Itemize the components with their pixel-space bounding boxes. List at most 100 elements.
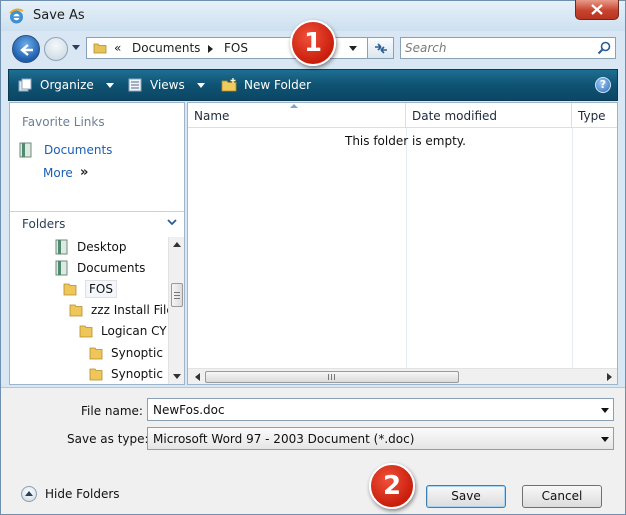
command-toolbar: Organize Views New Folder ? [8, 69, 618, 101]
organize-label: Organize [40, 78, 94, 92]
views-button[interactable]: Views [127, 70, 219, 100]
organize-button[interactable]: Organize [17, 70, 125, 100]
organize-icon [18, 78, 32, 92]
cancel-button[interactable]: Cancel [522, 485, 602, 508]
tree-item-logican-cy[interactable]: Logican CY [78, 321, 167, 341]
forward-button[interactable] [44, 37, 68, 61]
column-divider [572, 128, 573, 368]
hide-folders-label: Hide Folders [45, 487, 120, 501]
chevron-up-icon [21, 486, 37, 502]
file-list-scrollbar[interactable] [188, 368, 617, 384]
refresh-button[interactable] [368, 37, 394, 59]
navigation-pane: Favorite Links Documents More » Folders … [9, 102, 185, 385]
sort-ascending-icon [290, 104, 298, 108]
breadcrumb-separator-icon[interactable] [208, 45, 213, 53]
tree-item-zzz-install-files[interactable]: zzz Install Files [68, 300, 168, 320]
folders-header[interactable]: Folders [10, 211, 184, 235]
scroll-down-icon[interactable] [173, 374, 181, 379]
step-callout-1: 1 [290, 20, 336, 66]
folder-icon [93, 43, 107, 54]
file-name-label: File name: [81, 404, 143, 418]
folder-icon [89, 347, 103, 360]
scrollbar-thumb[interactable] [171, 283, 183, 307]
folders-label: Folders [22, 217, 66, 231]
file-name-input[interactable] [153, 402, 593, 418]
column-divider [406, 128, 407, 368]
internet-explorer-icon [9, 8, 24, 24]
tree-item-label: Synoptic [111, 346, 163, 360]
column-date-label: Date modified [412, 109, 498, 123]
chevron-down-icon [105, 82, 114, 88]
folder-icon [69, 304, 83, 317]
tree-item-label: FOS [85, 280, 117, 298]
folder-icon [79, 325, 93, 338]
tree-item-desktop[interactable]: Desktop [54, 237, 127, 257]
tree-item-fos[interactable]: FOS [62, 279, 117, 299]
search-box[interactable] [400, 37, 616, 59]
tree-item-label: Desktop [77, 240, 127, 254]
recent-pages-dropdown[interactable] [72, 45, 80, 50]
refresh-icon [375, 43, 387, 54]
folder-tree: Desktop Documents FOS zzz Install Fil Lo… [10, 237, 168, 384]
new-folder-icon [221, 78, 237, 92]
favorite-link-documents[interactable]: Documents [18, 141, 112, 159]
documents-icon [55, 260, 68, 276]
folder-icon [63, 283, 77, 296]
window-title: Save As [33, 8, 85, 23]
file-list: Name Date modified Type This folder is e… [187, 102, 618, 385]
back-button[interactable] [12, 35, 40, 63]
tree-item-label: zzz Install Files [91, 303, 168, 317]
hide-folders-button[interactable]: Hide Folders [21, 486, 120, 502]
tree-item-documents[interactable]: Documents [54, 258, 145, 278]
breadcrumb-documents[interactable]: Documents [132, 41, 200, 55]
scroll-left-icon[interactable] [195, 373, 200, 381]
chevron-down-icon [196, 82, 205, 88]
search-input[interactable] [405, 40, 585, 56]
new-folder-label: New Folder [244, 78, 312, 92]
tree-item-label: Logican CY [101, 324, 167, 338]
close-icon [591, 4, 603, 15]
empty-folder-message: This folder is empty. [345, 134, 466, 148]
tree-item-label: Documents [77, 261, 146, 275]
new-folder-button[interactable]: New Folder [221, 70, 331, 100]
save-type-select[interactable]: Microsoft Word 97 - 2003 Document (*.doc… [147, 427, 614, 450]
save-form: File name: Save as type: Microsoft Word … [1, 387, 625, 514]
step-callout-2: 2 [369, 463, 415, 509]
scroll-up-icon[interactable] [173, 242, 181, 247]
address-overflow[interactable]: « [114, 41, 121, 55]
save-type-value: Microsoft Word 97 - 2003 Document (*.doc… [153, 432, 415, 446]
more-link[interactable]: More [43, 166, 73, 180]
favorite-link-label: Documents [44, 143, 113, 157]
save-button[interactable]: Save [426, 485, 506, 508]
save-as-dialog: Save As « Documents FOS Search Organize … [0, 0, 626, 515]
column-type[interactable]: Type [572, 103, 617, 128]
arrow-left-icon [20, 44, 33, 56]
tree-item-label: Synoptic [111, 367, 163, 381]
documents-icon [19, 142, 32, 158]
folder-icon [89, 368, 103, 381]
tree-item-synoptic[interactable]: Synoptic [88, 364, 163, 384]
tree-item-synoptic[interactable]: Synoptic [88, 343, 163, 363]
more-arrow-icon[interactable]: » [80, 165, 88, 180]
folder-tree-scrollbar[interactable] [168, 237, 184, 384]
column-type-label: Type [578, 109, 606, 123]
breadcrumb-fos[interactable]: FOS [224, 41, 248, 55]
scroll-right-icon[interactable] [607, 373, 612, 381]
search-icon[interactable] [597, 41, 611, 55]
column-date-modified[interactable]: Date modified [406, 103, 572, 128]
column-name[interactable]: Name [188, 103, 406, 128]
views-label: Views [150, 78, 185, 92]
chevron-down-icon[interactable] [601, 437, 609, 442]
address-dropdown-icon[interactable] [349, 46, 357, 51]
chevron-down-icon[interactable] [601, 408, 609, 413]
favorite-links-header: Favorite Links [22, 115, 105, 129]
views-icon [128, 78, 142, 92]
desktop-icon [55, 239, 68, 255]
file-name-combobox[interactable] [147, 398, 614, 421]
scrollbar-thumb[interactable] [205, 371, 459, 383]
close-button[interactable] [575, 0, 619, 20]
chevron-down-icon[interactable] [166, 216, 178, 228]
column-header-row: Name Date modified Type [188, 103, 617, 128]
help-button[interactable]: ? [595, 77, 611, 93]
save-type-label: Save as type: [67, 432, 149, 446]
